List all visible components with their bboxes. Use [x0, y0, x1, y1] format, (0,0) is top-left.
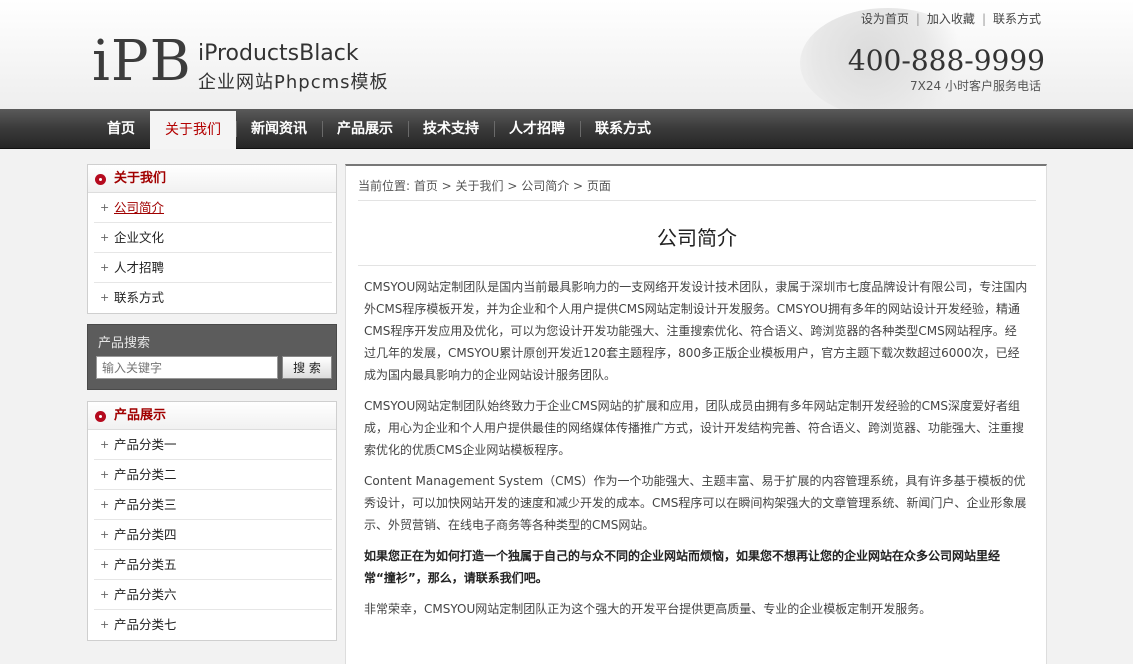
article-paragraph: 非常荣幸，CMSYOU网站定制团队正为这个强大的开发平台提供更高质量、专业的企业… — [364, 602, 932, 616]
logo-subtitle: 企业网站Phpcms模板 — [198, 72, 389, 93]
article-paragraph-highlight: 如果您正在为如何打造一个独属于自己的与众不同的企业网站而烦恼，如果您不想再让您的… — [364, 549, 1001, 585]
nav-item-jobs[interactable]: 人才招聘 — [494, 109, 580, 149]
sidebar-item-label: 企业文化 — [114, 230, 165, 245]
sidebar-item-category-5[interactable]: 产品分类五 — [94, 550, 332, 580]
nav-item-support[interactable]: 技术支持 — [408, 109, 494, 149]
phone-number: 400-888-9999 — [847, 44, 1045, 77]
page-title: 公司简介 — [358, 222, 1036, 266]
site-header: iPB iProductsBlack 企业网站Phpcms模板 设为首页 | 加入收… — [0, 0, 1133, 118]
search-button[interactable]: 搜 索 — [282, 356, 332, 379]
nav-item-news[interactable]: 新闻资讯 — [236, 109, 322, 149]
bullet-icon — [95, 174, 106, 185]
sidebar-item-category-4[interactable]: 产品分类四 — [94, 520, 332, 550]
top-links: 设为首页 | 加入收藏 | 联系方式 — [861, 10, 1041, 27]
main-content: 当前位置: 首页 > 关于我们 > 公司简介 > 页面 公司简介 CMSYOU网… — [345, 164, 1047, 664]
sidebar-item-category-7[interactable]: 产品分类七 — [94, 610, 332, 640]
sidebar-item-category-1[interactable]: 产品分类一 — [94, 430, 332, 460]
products-list: 产品分类一 产品分类二 产品分类三 产品分类四 产品分类五 产品分类六 产品分类… — [88, 430, 336, 640]
breadcrumb: 当前位置: 首页 > 关于我们 > 公司简介 > 页面 — [358, 177, 1036, 201]
about-box-title: 关于我们 — [88, 165, 336, 193]
sidebar-item-label: 产品分类四 — [114, 527, 177, 542]
separator: | — [915, 12, 920, 26]
sidebar-item-jobs[interactable]: 人才招聘 — [94, 253, 332, 283]
products-box-title: 产品展示 — [88, 402, 336, 430]
search-title: 产品搜索 — [98, 336, 151, 351]
product-search-box: 产品搜索 搜 索 — [87, 324, 337, 390]
sidebar-item-label: 联系方式 — [114, 290, 165, 305]
main-nav: 首页 关于我们 新闻资讯 产品展示 技术支持 人才招聘 联系方式 — [0, 109, 1133, 149]
sidebar-item-category-2[interactable]: 产品分类二 — [94, 460, 332, 490]
phone-note: 7X24 小时客户服务电话 — [910, 79, 1041, 93]
about-box-title-text: 关于我们 — [114, 171, 167, 186]
sidebar-item-contact[interactable]: 联系方式 — [94, 283, 332, 313]
contact-link[interactable]: 联系方式 — [993, 12, 1041, 26]
logo-title: iProductsBlack — [198, 41, 359, 66]
article-paragraph: CMSYOU网站定制团队始终致力于企业CMS网站的扩展和应用，团队成员由拥有多年… — [364, 399, 1025, 457]
sidebar-item-company-intro[interactable]: 公司简介 — [94, 193, 332, 223]
products-box: 产品展示 产品分类一 产品分类二 产品分类三 产品分类四 产品分类五 产品分类六… — [87, 401, 337, 641]
about-box: 关于我们 公司简介 企业文化 人才招聘 联系方式 — [87, 164, 337, 314]
sidebar-item-culture[interactable]: 企业文化 — [94, 223, 332, 253]
article-paragraph: Content Management System（CMS）作为一个功能强大、主… — [364, 474, 1027, 532]
sidebar-item-label: 产品分类六 — [114, 587, 177, 602]
sidebar-item-label: 人才招聘 — [114, 260, 165, 275]
article-body: CMSYOU网站定制团队是国内当前最具影响力的一支网络开发设计技术团队，隶属于深… — [364, 276, 1028, 629]
products-box-title-text: 产品展示 — [114, 408, 167, 423]
sidebar-item-label: 产品分类一 — [114, 437, 177, 452]
sidebar-item-category-3[interactable]: 产品分类三 — [94, 490, 332, 520]
nav-item-about[interactable]: 关于我们 — [150, 111, 236, 149]
article-paragraph: CMSYOU网站定制团队是国内当前最具影响力的一支网络开发设计技术团队，隶属于深… — [364, 280, 1028, 382]
nav-item-home[interactable]: 首页 — [92, 109, 150, 149]
sidebar-item-label: 产品分类七 — [114, 617, 177, 632]
nav-item-products[interactable]: 产品展示 — [322, 109, 408, 149]
logo-mark[interactable]: iPB — [92, 34, 192, 90]
sidebar-item-label: 公司简介 — [114, 200, 165, 215]
nav-items: 首页 关于我们 新闻资讯 产品展示 技术支持 人才招聘 联系方式 — [92, 109, 666, 149]
sidebar-item-category-6[interactable]: 产品分类六 — [94, 580, 332, 610]
search-input[interactable] — [96, 356, 278, 379]
bullet-icon — [95, 411, 106, 422]
add-favorite-link[interactable]: 加入收藏 — [927, 12, 975, 26]
set-homepage-link[interactable]: 设为首页 — [861, 12, 909, 26]
sidebar-item-label: 产品分类三 — [114, 497, 177, 512]
nav-item-contact[interactable]: 联系方式 — [580, 109, 666, 149]
about-list: 公司简介 企业文化 人才招聘 联系方式 — [88, 193, 336, 313]
sidebar-item-label: 产品分类五 — [114, 557, 177, 572]
sidebar-item-label: 产品分类二 — [114, 467, 177, 482]
separator: | — [981, 12, 986, 26]
